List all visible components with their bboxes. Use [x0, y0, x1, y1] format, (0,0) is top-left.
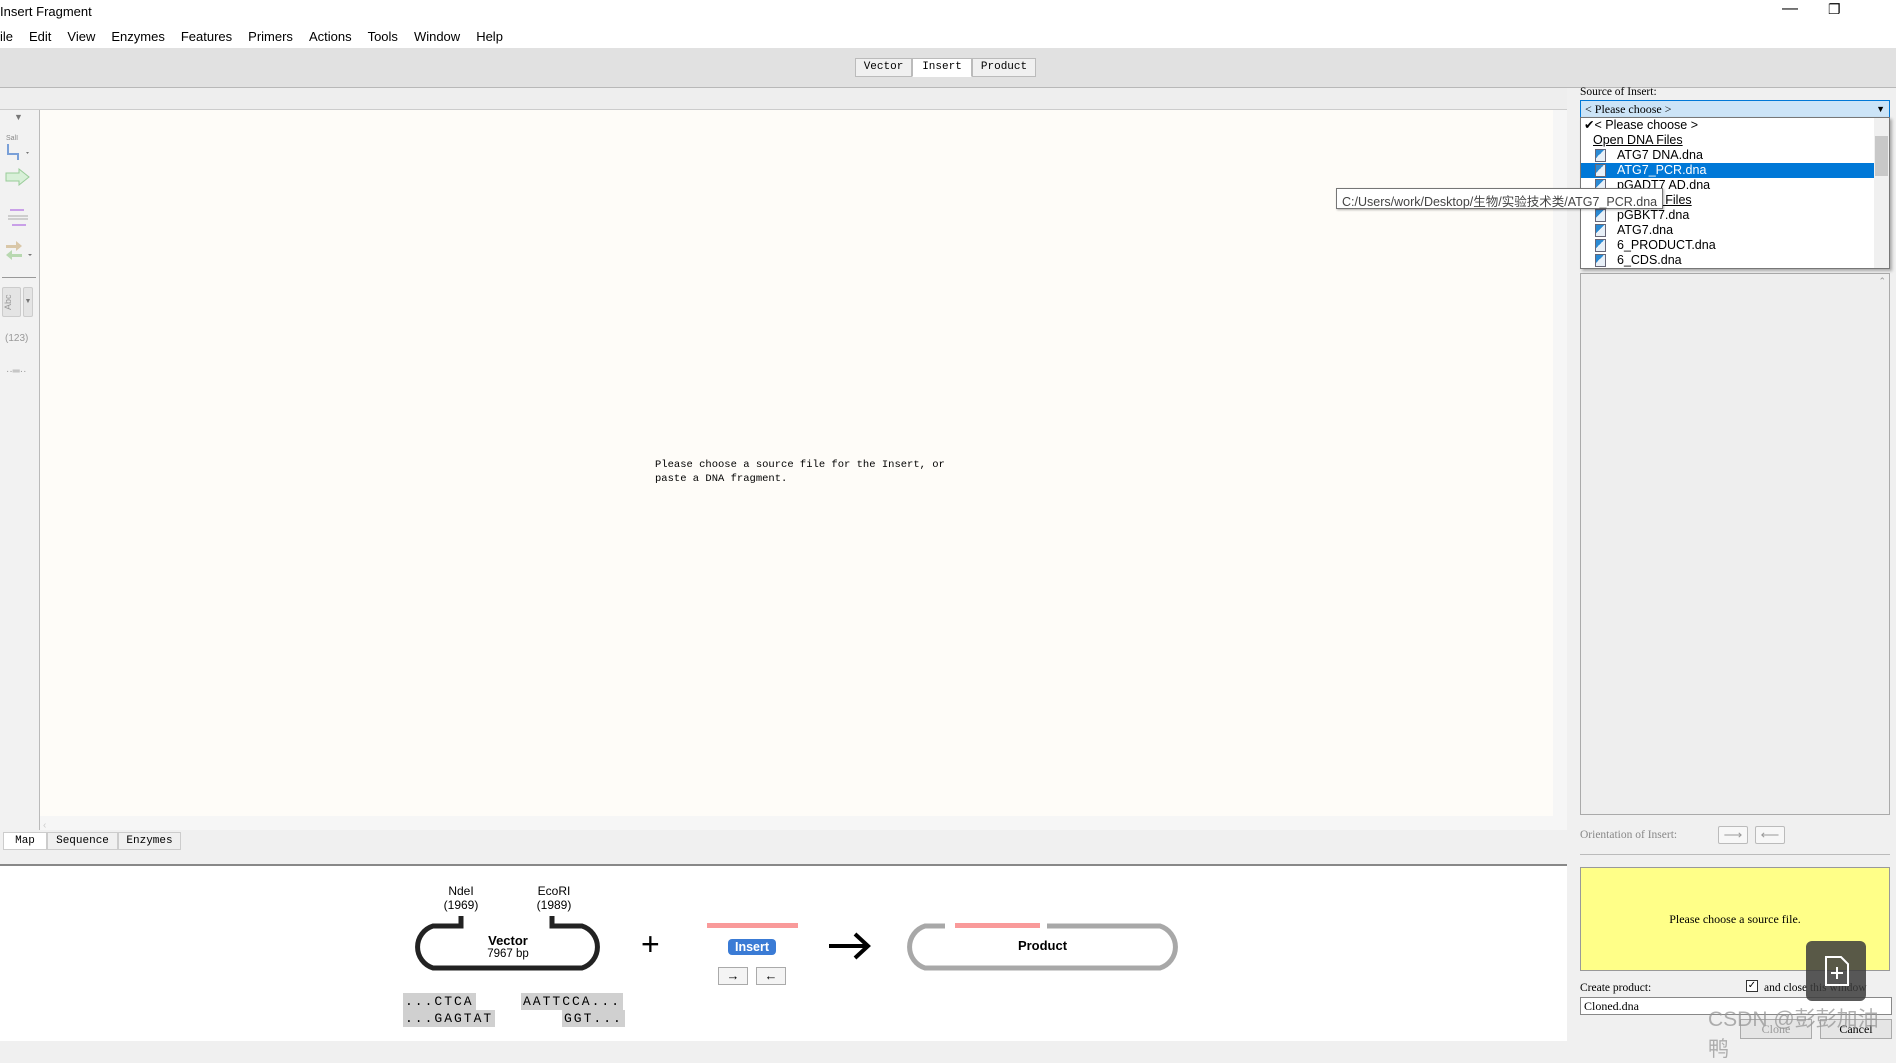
vector-right-bottom-seq: GGT... [562, 1010, 625, 1027]
divider [1580, 854, 1890, 855]
dna-file-icon [1595, 209, 1606, 222]
feature-list-panel: ⌃ [1580, 273, 1890, 815]
new-file-icon [1825, 956, 1849, 986]
item-label: ATG7 DNA.dna [1617, 148, 1703, 162]
vector-label: Vector [488, 933, 528, 948]
diagram-graphics [415, 916, 1178, 971]
site-position: (1969) [443, 898, 479, 912]
file-path-tooltip: C:/Users/work/Desktop/生物/实验技术类/ATG7_PCR.… [1336, 188, 1664, 209]
dna-file-icon [1595, 164, 1606, 177]
create-product-label: Create product: [1580, 982, 1652, 994]
product-label: Product [1017, 938, 1068, 953]
reverse-orientation-button[interactable]: ← [756, 967, 786, 985]
scroll-up-icon[interactable]: ⌃ [1878, 276, 1886, 287]
close-window-checkbox[interactable]: ✓ [1746, 980, 1758, 992]
source-label: Source of Insert: [1580, 86, 1657, 98]
item-label: pGBKT7.dna [1617, 208, 1690, 222]
item-label: ATG7.dna [1617, 223, 1674, 237]
vector-left-top-seq: ...CTCA [403, 993, 476, 1010]
source-combobox[interactable]: < Please choose > ▼ [1580, 100, 1890, 118]
orientation-forward-button[interactable]: ⟶ [1718, 826, 1748, 844]
chevron-down-icon: ▼ [1876, 104, 1885, 114]
minimize-button[interactable]: — [1782, 0, 1798, 18]
dropdown-item[interactable]: ATG7.dna [1581, 223, 1889, 238]
dna-file-icon [1595, 224, 1606, 237]
item-label: ATG7_PCR.dna [1617, 163, 1707, 177]
product-insert-segment [955, 923, 1040, 928]
dropdown-item[interactable]: pGBKT7.dna [1581, 208, 1889, 223]
item-label: 6_PRODUCT.dna [1617, 238, 1716, 252]
vector-right-top-seq: AATTCCA... [521, 993, 624, 1010]
dropdown-item[interactable]: 6_PRODUCT.dna [1581, 238, 1889, 253]
vector-left-bottom-seq: ...GAGTAT [403, 1010, 496, 1027]
new-file-overlay-button[interactable] [1806, 941, 1866, 1001]
arrow-right-icon [829, 932, 871, 960]
site-ndei: NdeI (1969) [440, 884, 482, 912]
orientation-reverse-button[interactable]: ⟵ [1755, 826, 1785, 844]
dropdown-item-please-choose[interactable]: ✔< Please choose > [1581, 118, 1889, 133]
site-name: NdeI [448, 884, 474, 898]
vector-size: 7967 bp [487, 948, 529, 960]
dropdown-item[interactable]: 6_CDS.dna [1581, 253, 1889, 268]
cloning-diagram: NdeI (1969) EcoRI (1989) Vector 7967 bp + … [0, 864, 1567, 1041]
site-position: (1989) [536, 898, 572, 912]
plus-sign: + [641, 926, 660, 962]
item-label: 6_CDS.dna [1617, 253, 1682, 267]
site-ecori: EcoRI (1989) [532, 884, 576, 912]
dna-file-icon [1595, 254, 1606, 267]
insert-bar [707, 923, 798, 928]
watermark: CSDN @彭彭加油鸭 [1708, 1008, 1879, 1061]
dropdown-item-selected[interactable]: ATG7_PCR.dna [1581, 163, 1889, 178]
restore-button[interactable]: ❐ [1828, 1, 1841, 18]
source-value: < Please choose > [1585, 102, 1672, 116]
dropdown-header-open: Open DNA Files [1593, 133, 1683, 147]
site-name: EcoRI [537, 884, 571, 898]
item-label: < Please choose > [1594, 118, 1699, 132]
dropdown-scrollbar[interactable] [1874, 118, 1889, 268]
dropdown-item[interactable]: ATG7 DNA.dna [1581, 148, 1889, 163]
forward-orientation-button[interactable]: → [718, 967, 748, 985]
status-message: Please choose a source file. [1669, 911, 1801, 926]
insert-badge: Insert [728, 939, 776, 955]
dna-file-icon [1595, 149, 1606, 162]
orientation-label: Orientation of Insert: [1580, 829, 1678, 841]
dna-file-icon [1595, 239, 1606, 252]
